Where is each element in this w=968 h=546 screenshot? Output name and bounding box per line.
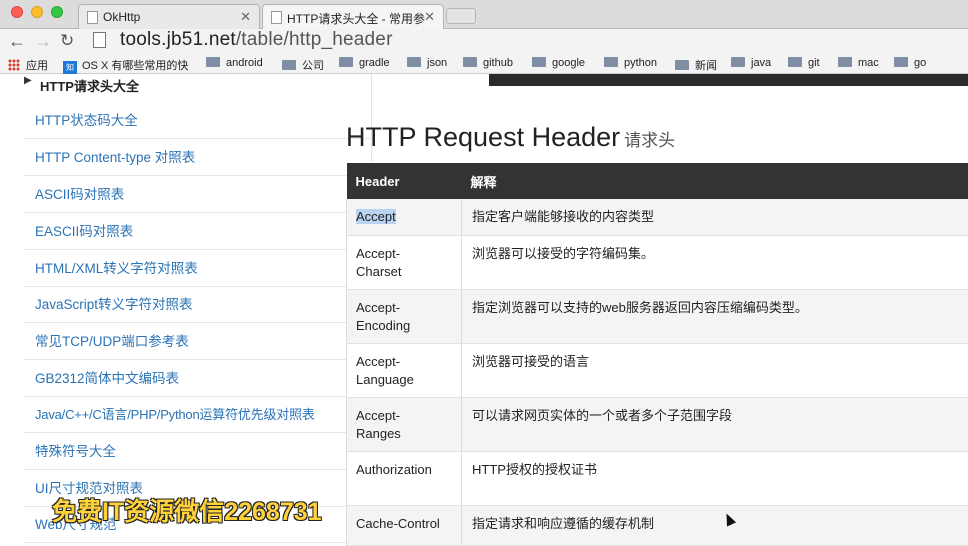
main-content: HTTP Request Header 请求头 Header 解释 Accept … — [346, 74, 968, 546]
header-name-cell: Accept-Encoding — [346, 289, 462, 344]
bookmark-json[interactable]: json — [407, 57, 447, 69]
browser-toolbar: ← → ↻ tools.jb51.net/table/http_header — [0, 29, 968, 53]
bookmark-gradle[interactable]: gradle — [339, 57, 390, 69]
selected-text[interactable]: Accept — [356, 209, 396, 224]
code-block — [489, 74, 968, 86]
folder-icon — [731, 57, 745, 67]
sidebar-link[interactable]: Java/C++/C语言/PHP/Python运算符优先级对照表 — [24, 396, 372, 433]
table-row: Accept-Language 浏览器可接受的语言 — [346, 343, 968, 398]
folder-icon — [532, 57, 546, 67]
page-icon — [271, 11, 282, 24]
tab-http-header[interactable]: HTTP请求头大全 - 常用参考 ✕ — [262, 4, 444, 29]
folder-icon — [206, 57, 220, 67]
column-header: Header — [346, 163, 462, 199]
header-name-cell: Accept-Charset — [346, 235, 462, 290]
header-desc-cell: 指定浏览器可以支持的web服务器返回内容压缩编码类型。 — [461, 289, 968, 344]
triangle-right-icon: ▶ — [24, 75, 32, 86]
close-window-button[interactable] — [11, 6, 23, 18]
sidebar-link[interactable]: EASCII码对照表 — [24, 213, 372, 250]
column-header: 解释 — [461, 163, 968, 199]
header-name-cell: Cache-Control — [346, 505, 462, 546]
sidebar-link[interactable]: ASCII码对照表 — [24, 176, 372, 213]
sidebar-header[interactable]: ▶ HTTP请求头大全 — [24, 74, 372, 96]
page-content: ▶ HTTP请求头大全 HTTP状态码大全 HTTP Content-type … — [0, 74, 968, 546]
folder-icon — [407, 57, 421, 67]
sidebar-link[interactable]: GB2312简体中文编码表 — [24, 360, 372, 397]
url-host: tools.jb51.net — [120, 29, 236, 50]
close-icon[interactable]: ✕ — [240, 9, 251, 25]
folder-icon — [339, 57, 353, 67]
sidebar-title: HTTP请求头大全 — [40, 79, 139, 94]
header-desc-cell: 浏览器可接受的语言 — [461, 343, 968, 398]
folder-icon — [894, 57, 908, 67]
bookmark-news[interactable]: 新闻 — [675, 57, 717, 73]
table-row: Accept-Ranges 可以请求网页实体的一个或者多个子范围字段 — [346, 397, 968, 452]
bookmark-github[interactable]: github — [463, 57, 513, 69]
bookmarks-bar: 应用 知 OS X 有哪些常用的快 android 公司 gradle json … — [0, 53, 968, 74]
folder-icon — [675, 60, 689, 70]
forward-arrow-icon[interactable]: → — [34, 31, 52, 51]
header-name-cell: Accept-Ranges — [346, 397, 462, 452]
url-path: /table/http_header — [235, 29, 393, 50]
tab-okhttp[interactable]: OkHttp ✕ — [78, 4, 260, 29]
header-name-cell: Accept — [346, 199, 462, 236]
sidebar-link[interactable]: JavaScript转义字符对照表 — [24, 286, 372, 323]
close-icon[interactable]: ✕ — [424, 9, 435, 25]
zhihu-icon: 知 — [63, 61, 77, 74]
header-desc-cell: 指定客户端能够接收的内容类型 — [461, 199, 968, 236]
table-row: Cache-Control 指定请求和响应遵循的缓存机制 — [346, 505, 968, 546]
bookmark-zhihu[interactable]: 知 OS X 有哪些常用的快 — [63, 57, 197, 74]
minimize-window-button[interactable] — [31, 6, 43, 18]
folder-icon — [463, 57, 477, 67]
bookmark-android[interactable]: android — [206, 57, 263, 69]
table-header-row: Header 解释 — [346, 163, 968, 199]
bookmark-apps[interactable]: 应用 — [8, 57, 48, 73]
bookmark-python[interactable]: python — [604, 57, 657, 69]
bookmark-git[interactable]: git — [788, 57, 820, 69]
table-row: Authorization HTTP授权的授权证书 — [346, 451, 968, 506]
header-name-cell: Accept-Language — [346, 343, 462, 398]
sidebar-link[interactable]: HTML/XML转义字符对照表 — [24, 250, 372, 287]
header-desc-cell: 浏览器可以接受的字符编码集。 — [461, 235, 968, 290]
header-desc-cell: 指定请求和响应遵循的缓存机制 — [461, 505, 968, 546]
sidebar-link[interactable]: HTTP Content-type 对照表 — [24, 139, 372, 176]
folder-icon — [838, 57, 852, 67]
bookmark-go[interactable]: go — [894, 57, 926, 69]
tab-label: OkHttp — [103, 10, 141, 24]
reload-icon[interactable]: ↻ — [60, 31, 74, 51]
header-desc-cell: 可以请求网页实体的一个或者多个子范围字段 — [461, 397, 968, 452]
sidebar-link[interactable]: HTTP状态码大全 — [24, 102, 372, 139]
folder-icon — [282, 60, 296, 70]
zoom-window-button[interactable] — [51, 6, 63, 18]
heading-subtitle: 请求头 — [624, 131, 676, 150]
table-row: Accept 指定客户端能够接收的内容类型 — [346, 199, 968, 236]
folder-icon — [604, 57, 618, 67]
new-tab-button[interactable] — [446, 8, 476, 24]
tab-label: HTTP请求头大全 - 常用参考 — [287, 12, 425, 26]
heading-title: HTTP Request Header — [346, 122, 621, 152]
header-desc-cell: HTTP授权的授权证书 — [461, 451, 968, 506]
page-icon — [87, 11, 98, 24]
back-arrow-icon[interactable]: ← — [8, 31, 26, 51]
sidebar-link[interactable]: 常见TCP/UDP端口参考表 — [24, 323, 372, 360]
folder-icon — [788, 57, 802, 67]
header-table: Header 解释 Accept 指定客户端能够接收的内容类型 Accept-C… — [346, 163, 968, 546]
table-row: Accept-Encoding 指定浏览器可以支持的web服务器返回内容压缩编码… — [346, 289, 968, 344]
bookmark-google[interactable]: google — [532, 57, 585, 69]
bookmark-company[interactable]: 公司 — [282, 57, 324, 73]
sidebar-link[interactable]: 特殊符号大全 — [24, 433, 372, 470]
header-name-cell: Authorization — [346, 451, 462, 506]
tab-strip: OkHttp ✕ HTTP请求头大全 - 常用参考 ✕ — [0, 0, 968, 29]
page-icon — [93, 32, 106, 48]
sidebar: ▶ HTTP请求头大全 HTTP状态码大全 HTTP Content-type … — [24, 74, 372, 546]
bookmark-mac[interactable]: mac — [838, 57, 879, 69]
page-heading: HTTP Request Header 请求头 — [346, 122, 675, 153]
address-bar[interactable]: tools.jb51.net/table/http_header — [120, 29, 393, 51]
watermark: 免费IT资源微信2268731 — [52, 498, 322, 526]
apps-grid-icon — [8, 59, 20, 71]
table-row: Accept-Charset 浏览器可以接受的字符编码集。 — [346, 235, 968, 290]
bookmark-java[interactable]: java — [731, 57, 771, 69]
